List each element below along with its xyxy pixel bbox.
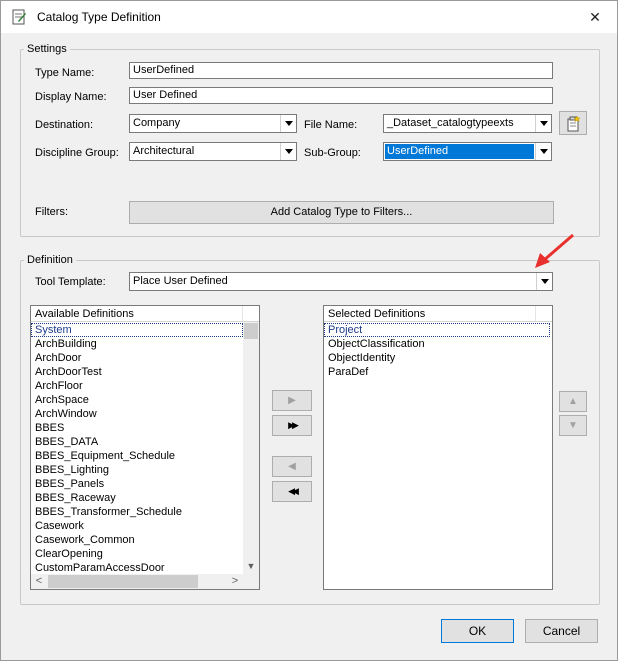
arrow-up-icon: ▲: [568, 396, 578, 407]
file-name-value: _Dataset_catalogtypeexts: [387, 117, 514, 129]
list-item[interactable]: ObjectIdentity: [324, 351, 550, 365]
window-title: Catalog Type Definition: [37, 10, 161, 24]
double-arrow-right-icon: ▶▶: [288, 420, 299, 430]
list-item[interactable]: BBES_Equipment_Schedule: [31, 449, 243, 463]
sub-group-value: UserDefined: [385, 144, 534, 159]
chevron-down-icon: [536, 273, 552, 290]
selected-definitions-header[interactable]: Selected Definitions: [324, 306, 552, 322]
add-to-filters-button[interactable]: Add Catalog Type to Filters...: [129, 201, 554, 224]
close-icon: ✕: [589, 9, 601, 25]
move-up-button[interactable]: ▲: [559, 391, 587, 412]
scroll-left-icon[interactable]: <: [31, 574, 47, 589]
discipline-group-label: Discipline Group:: [35, 147, 119, 159]
sub-group-dropdown[interactable]: UserDefined: [383, 142, 552, 161]
browse-file-icon: [565, 115, 583, 135]
list-item[interactable]: System: [31, 323, 243, 337]
list-item[interactable]: BBES_DATA: [31, 435, 243, 449]
remove-all-button[interactable]: ◀◀: [272, 481, 312, 502]
add-one-button[interactable]: ▶: [272, 390, 312, 411]
tool-template-value: Place User Defined: [133, 275, 228, 287]
scroll-thumb[interactable]: [244, 323, 258, 339]
list-item[interactable]: ArchSpace: [31, 393, 243, 407]
discipline-group-dropdown[interactable]: Architectural: [129, 142, 297, 161]
chevron-down-icon: [535, 143, 551, 160]
discipline-group-value: Architectural: [133, 145, 195, 157]
selected-definitions-header-label: Selected Definitions: [328, 308, 426, 320]
list-item[interactable]: BBES: [31, 421, 243, 435]
list-item[interactable]: ParaDef: [324, 365, 550, 379]
annotation-arrow-icon: [535, 233, 574, 268]
list-item[interactable]: BBES_Raceway: [31, 491, 243, 505]
ok-button[interactable]: OK: [441, 619, 514, 643]
list-item[interactable]: BBES_Transformer_Schedule: [31, 505, 243, 519]
catalog-app-icon: [11, 9, 27, 25]
settings-group-label: Settings: [24, 43, 70, 55]
sub-group-label: Sub-Group:: [304, 147, 361, 159]
list-item[interactable]: BBES_Panels: [31, 477, 243, 491]
list-item[interactable]: ArchBuilding: [31, 337, 243, 351]
title-bar: Catalog Type Definition ✕: [1, 1, 617, 33]
destination-dropdown[interactable]: Company: [129, 114, 297, 133]
tool-template-dropdown[interactable]: Place User Defined: [129, 272, 553, 291]
arrow-down-icon: ▼: [568, 420, 578, 431]
available-definitions-list[interactable]: Available Definitions System ArchBuilding…: [30, 305, 260, 590]
header-divider: [535, 306, 552, 321]
chevron-down-icon: [280, 115, 296, 132]
available-vertical-scrollbar[interactable]: ▼: [243, 322, 259, 574]
list-item[interactable]: Casework_Common: [31, 533, 243, 547]
cancel-button[interactable]: Cancel: [525, 619, 598, 643]
arrow-left-icon: ◀: [288, 461, 296, 472]
remove-one-button[interactable]: ◀: [272, 456, 312, 477]
type-name-field[interactable]: UserDefined: [129, 62, 553, 79]
browse-file-button[interactable]: [559, 111, 587, 135]
move-down-button[interactable]: ▼: [559, 415, 587, 436]
header-divider: [242, 306, 259, 321]
selected-definitions-list[interactable]: Selected Definitions Project ObjectClassi…: [323, 305, 553, 590]
list-item[interactable]: BBES_Lighting: [31, 463, 243, 477]
double-arrow-left-icon: ◀◀: [288, 486, 299, 496]
list-item[interactable]: ArchDoor: [31, 351, 243, 365]
filters-label: Filters:: [35, 206, 68, 218]
display-name-field[interactable]: User Defined: [129, 87, 553, 104]
chevron-down-icon: [280, 143, 296, 160]
scroll-thumb[interactable]: [48, 575, 198, 588]
destination-label: Destination:: [35, 119, 94, 131]
list-item[interactable]: CustomParamAccessDoor: [31, 561, 243, 575]
destination-value: Company: [133, 117, 181, 129]
display-name-label: Display Name:: [35, 91, 107, 103]
arrow-right-icon: ▶: [288, 395, 296, 406]
file-name-label: File Name:: [304, 119, 358, 131]
file-name-dropdown[interactable]: _Dataset_catalogtypeexts: [383, 114, 552, 133]
available-definitions-header-label: Available Definitions: [35, 308, 134, 320]
list-item[interactable]: Casework: [31, 519, 243, 533]
list-item[interactable]: ClearOpening: [31, 547, 243, 561]
available-items: System ArchBuilding ArchDoor ArchDoorTest Ar…: [31, 323, 243, 575]
add-all-button[interactable]: ▶▶: [272, 415, 312, 436]
close-button[interactable]: ✕: [581, 5, 609, 29]
list-item[interactable]: ArchFloor: [31, 379, 243, 393]
tool-template-label: Tool Template:: [35, 276, 106, 288]
available-definitions-header[interactable]: Available Definitions: [31, 306, 259, 322]
dialog-window: Catalog Type Definition ✕ Settings Type …: [0, 0, 618, 661]
list-item[interactable]: ObjectClassification: [324, 337, 550, 351]
type-name-label: Type Name:: [35, 67, 95, 79]
list-item[interactable]: Project: [324, 323, 550, 337]
scroll-down-icon[interactable]: ▼: [243, 558, 259, 574]
available-horizontal-scrollbar[interactable]: < >: [31, 574, 259, 589]
list-item[interactable]: ArchWindow: [31, 407, 243, 421]
selected-items: Project ObjectClassification ObjectIdentit…: [324, 323, 550, 379]
definition-group-label: Definition: [24, 254, 76, 266]
list-item[interactable]: ArchDoorTest: [31, 365, 243, 379]
chevron-down-icon: [535, 115, 551, 132]
scroll-right-icon[interactable]: >: [227, 574, 243, 589]
